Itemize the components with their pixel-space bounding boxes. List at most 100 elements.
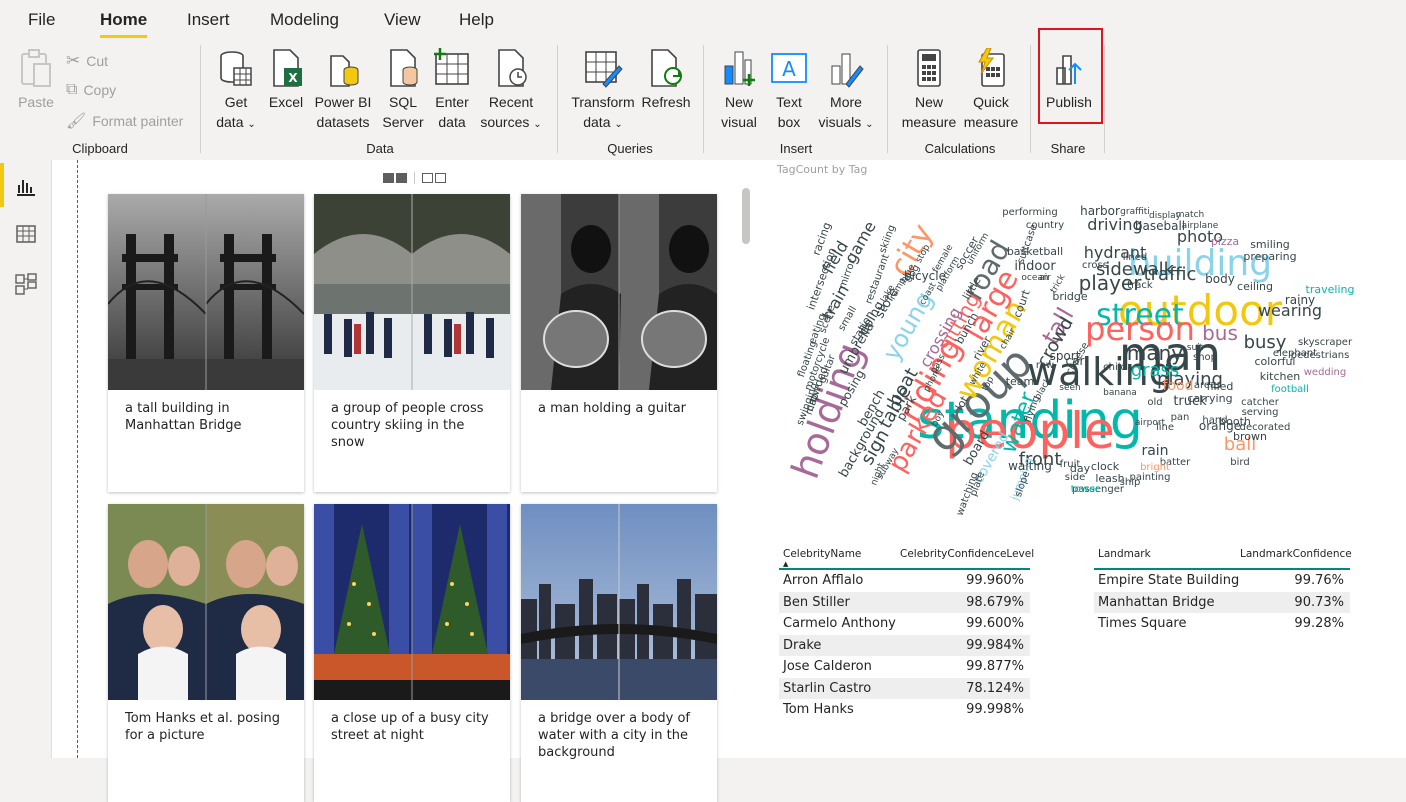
table-row[interactable]: Manhattan Bridge 90.73% — [1094, 591, 1350, 613]
cloud-word[interactable]: suit — [1187, 343, 1204, 353]
cloud-word[interactable]: lined — [1123, 252, 1147, 263]
cloud-word[interactable]: banana — [1103, 388, 1137, 398]
recent-sources-button[interactable]: Recent sources ⌄ — [478, 48, 544, 135]
table-row[interactable]: Times Square 99.28% — [1094, 613, 1350, 634]
table-row[interactable]: Drake 99.984% — [779, 634, 1030, 656]
filled-squares-icon[interactable] — [383, 173, 407, 183]
cloud-word[interactable]: match — [1176, 210, 1204, 220]
cloud-word[interactable]: kitchen — [1260, 370, 1301, 383]
column-header[interactable]: CelebrityName — [783, 548, 861, 560]
tab-file[interactable]: File — [28, 10, 55, 30]
new-measure-button[interactable]: New measure — [898, 48, 960, 132]
table-row[interactable]: Carmelo Anthony 99.600% — [779, 613, 1030, 634]
power-bi-datasets-button[interactable]: Power BI datasets — [312, 48, 374, 132]
image-card[interactable]: Tom Hanks et al. posing for a picture — [108, 504, 304, 802]
table-row[interactable]: Starlin Castro 78.124% — [779, 677, 1030, 699]
cloud-word[interactable]: bus — [1202, 321, 1238, 345]
cloud-word[interactable]: harbor — [1080, 204, 1120, 218]
cloud-word[interactable]: wedding — [1304, 367, 1347, 378]
get-data-button[interactable]: Get data ⌄ — [212, 48, 260, 135]
data-view-icon[interactable] — [14, 222, 38, 246]
table-row[interactable]: Empire State Building 99.76% — [1094, 570, 1350, 591]
enter-data-button[interactable]: Enter data — [430, 48, 474, 132]
cloud-word[interactable]: line — [1156, 422, 1174, 433]
cloud-word[interactable]: ceiling — [1237, 280, 1273, 293]
cloud-word[interactable]: preparing — [1243, 250, 1296, 263]
image-card[interactable]: a man holding a guitar — [521, 194, 717, 492]
image-card[interactable]: a close up of a busy city street at nigh… — [314, 504, 510, 802]
cloud-word[interactable]: brown — [1233, 430, 1267, 443]
row-name: Empire State Building — [1098, 573, 1240, 588]
cloud-word[interactable]: skyscraper — [1298, 337, 1353, 348]
layout-toggle[interactable] — [383, 172, 446, 184]
excel-label: Excel — [268, 94, 304, 110]
report-view-icon[interactable] — [14, 174, 38, 198]
cloud-word[interactable]: airplane — [1182, 221, 1219, 231]
cloud-word[interactable]: child — [1103, 362, 1127, 373]
people-photo — [108, 504, 304, 700]
more-visuals-button[interactable]: More visuals ⌄ — [818, 48, 874, 135]
text-box-label-2: box — [777, 114, 801, 130]
column-header[interactable]: CelebrityConfidenceLevel — [900, 548, 1034, 560]
gallery-scrollbar[interactable] — [742, 188, 750, 244]
tab-view[interactable]: View — [384, 10, 421, 30]
cloud-word[interactable]: area — [1194, 380, 1216, 391]
image-card[interactable]: a group of people cross country skiing i… — [314, 194, 510, 492]
cloud-word[interactable]: side — [1065, 472, 1086, 483]
cloud-word[interactable]: team — [1006, 375, 1035, 388]
transform-data-button[interactable]: Transform data ⌄ — [568, 48, 638, 135]
copy-button[interactable]: ⧉ Copy — [66, 81, 116, 99]
cloud-word[interactable]: old — [1147, 397, 1162, 408]
cloud-word[interactable]: performing — [1002, 207, 1057, 218]
tab-help[interactable]: Help — [459, 10, 494, 30]
text-box-button[interactable]: A Text box — [768, 48, 810, 132]
cloud-word[interactable]: track — [1127, 280, 1153, 291]
table-row[interactable]: Arron Afflalo 99.960% — [779, 570, 1030, 591]
cloud-word[interactable]: tower — [1071, 484, 1100, 495]
table-row[interactable]: Tom Hanks 99.998% — [779, 699, 1030, 720]
image-card[interactable]: a bridge over a body of water with a cit… — [521, 504, 717, 802]
cloud-word[interactable]: fruit — [1060, 459, 1081, 470]
cloud-word[interactable]: cross — [1082, 260, 1108, 271]
paste-button[interactable]: Paste — [14, 48, 58, 112]
column-header[interactable]: LandmarkConfidence — [1240, 548, 1352, 560]
new-visual-button[interactable]: New visual — [716, 48, 762, 132]
cloud-word[interactable]: graffiti — [1120, 207, 1150, 217]
sql-server-button[interactable]: SQL Server — [380, 48, 426, 132]
tab-home[interactable]: Home — [100, 10, 148, 38]
cloud-word[interactable]: body — [1205, 272, 1235, 286]
cloud-word[interactable]: football — [1271, 384, 1309, 395]
cloud-word[interactable]: shop — [1193, 352, 1217, 363]
column-header[interactable]: Landmark — [1098, 548, 1151, 560]
new-measure-label-2: measure — [901, 114, 957, 130]
cloud-word[interactable]: colorful — [1255, 355, 1296, 368]
quick-measure-button[interactable]: Quick measure — [960, 48, 1022, 132]
page-boundary — [77, 160, 79, 758]
cloud-word[interactable]: rainy — [1285, 293, 1315, 307]
table-row[interactable]: Jose Calderon 99.877% — [779, 656, 1030, 677]
cloud-word[interactable]: pizza — [1211, 235, 1239, 248]
cloud-word[interactable]: carrying — [1187, 392, 1232, 405]
tab-modeling[interactable]: Modeling — [270, 10, 339, 30]
excel-button[interactable]: X Excel — [266, 48, 306, 112]
model-view-icon[interactable] — [14, 272, 38, 296]
cloud-word[interactable]: country — [1026, 220, 1064, 231]
tab-insert[interactable]: Insert — [187, 10, 230, 30]
cloud-word[interactable]: bird — [1230, 457, 1249, 468]
empty-squares-icon[interactable] — [422, 173, 446, 183]
cloud-word[interactable]: indoor — [1014, 259, 1056, 274]
cloud-word[interactable]: waiting — [1008, 459, 1052, 473]
cloud-word[interactable]: seen — [1059, 383, 1080, 393]
cloud-word[interactable]: row — [1036, 360, 1054, 371]
refresh-button[interactable]: Refresh — [640, 48, 692, 112]
svg-text:X: X — [288, 71, 298, 85]
image-card[interactable]: a tall building in Manhattan Bridge — [108, 194, 304, 492]
cloud-word[interactable]: basketball — [1007, 245, 1063, 258]
cut-button[interactable]: ✂ Cut — [66, 51, 108, 71]
table-row[interactable]: Ben Stiller 98.679% — [779, 591, 1030, 613]
cloud-word[interactable]: hand — [1202, 415, 1227, 426]
cloud-word[interactable]: baseball — [1135, 219, 1185, 233]
cloud-word[interactable]: air — [1039, 273, 1051, 283]
cloud-word[interactable]: ship — [1120, 477, 1141, 488]
format-painter-button[interactable]: 🖌 Format painter — [66, 111, 183, 131]
